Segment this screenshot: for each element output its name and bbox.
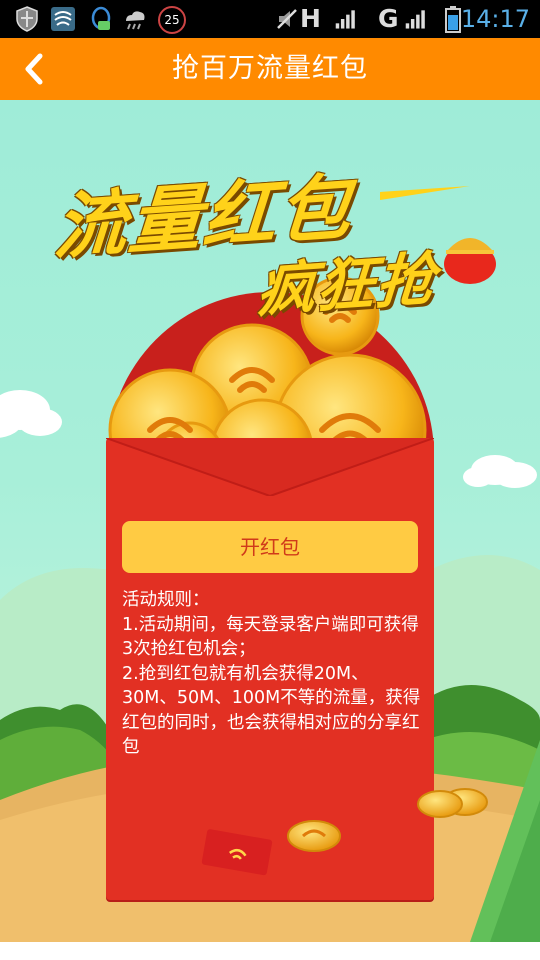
title-bar: 抢百万流量红包 — [0, 38, 540, 100]
status-bar: 25 H G 14:17 — [0, 0, 540, 38]
rules-heading: 活动规则： — [122, 590, 210, 610]
back-button[interactable] — [10, 44, 58, 94]
qq-icon — [88, 6, 114, 32]
clock: 14:17 — [460, 5, 530, 33]
network-type-1: H — [300, 4, 321, 33]
notification-count-badge: 25 — [158, 6, 186, 34]
bottom-strip — [0, 942, 540, 960]
shield-icon — [14, 6, 40, 32]
signal-icon-2 — [404, 6, 430, 32]
app-notification-icon — [50, 6, 76, 32]
network-type-2: G — [378, 4, 399, 33]
mute-icon — [274, 6, 300, 32]
signal-icon-1 — [334, 6, 360, 32]
rule-item-2: 2.抢到红包就有机会获得20M、30M、50M、100M不等的流量，获得红包的同… — [122, 663, 421, 758]
page-title: 抢百万流量红包 — [172, 53, 368, 84]
chevron-left-icon — [25, 53, 43, 85]
activity-rules: 活动规则： 1.活动期间，每天登录客户端即可获得3次抢红包机会； 2.抢到红包就… — [122, 588, 422, 760]
open-red-envelope-button[interactable]: 开红包 — [122, 521, 418, 573]
rule-item-1: 1.活动期间，每天登录客户端即可获得3次抢红包机会； — [122, 614, 419, 660]
weather-icon — [122, 6, 148, 32]
